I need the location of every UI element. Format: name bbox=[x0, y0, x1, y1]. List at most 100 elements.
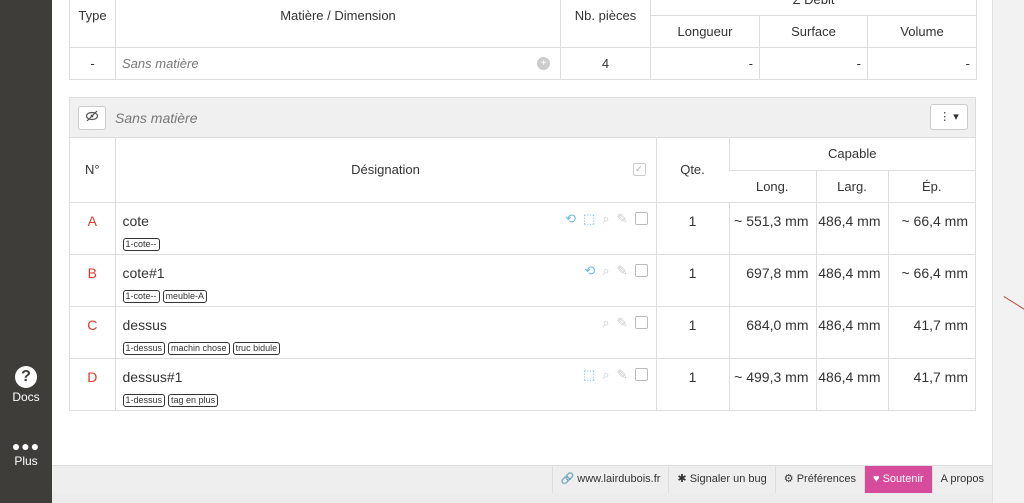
footer-bar: 🔗 www.lairdubois.fr ✱ Signaler un bug ⚙ … bbox=[52, 465, 992, 494]
part-designation[interactable]: cote 1-cote-- ⟲ ⬚ ⌕ ✎ bbox=[114, 201, 656, 254]
rotate-icon[interactable]: ⟲ bbox=[584, 263, 595, 278]
part-row[interactable]: B cote#1 1-cote-- meuble-A ⟲ ⌕ ✎ 1 697,8 mm… bbox=[70, 253, 975, 306]
part-name: cote#1 bbox=[122, 264, 165, 281]
header-number: N° bbox=[84, 162, 100, 178]
part-number: C bbox=[70, 305, 115, 358]
header-ep: Ép. bbox=[887, 169, 975, 202]
magnifier-icon[interactable]: ⌕ bbox=[602, 263, 609, 278]
summary-header-length: Longueur bbox=[650, 15, 760, 48]
rotate-icon[interactable]: ⟲ bbox=[565, 211, 576, 226]
website-link[interactable]: 🔗 www.lairdubois.fr bbox=[551, 466, 669, 494]
right-edge bbox=[992, 0, 1024, 503]
vertical-dots-icon: ⋮ bbox=[939, 111, 951, 123]
gear-icon: ⚙ bbox=[783, 473, 797, 485]
plus-button[interactable]: ●●● Plus bbox=[0, 438, 52, 468]
magnifier-icon[interactable]: ⌕ bbox=[602, 367, 609, 382]
docs-button[interactable]: ? Docs bbox=[0, 366, 52, 404]
bug-icon: ✱ bbox=[677, 473, 690, 485]
summary-row[interactable]: - Sans matière + 4 - - - bbox=[69, 47, 978, 80]
support-label: Soutenir bbox=[882, 473, 924, 485]
summary-type: - bbox=[69, 47, 116, 80]
header-designation: Désignation ✓ bbox=[114, 138, 656, 202]
part-checkbox[interactable] bbox=[634, 212, 648, 225]
part-tag[interactable]: machin chose bbox=[168, 341, 230, 355]
part-number: B bbox=[70, 253, 115, 306]
summary-header-debit: Σ Débit bbox=[649, 0, 978, 16]
expand-circle-icon[interactable]: + bbox=[537, 57, 550, 70]
report-bug-link[interactable]: ✱ Signaler un bug bbox=[668, 466, 774, 494]
summary-header-count: Nb. pièces bbox=[560, 0, 651, 48]
caret-down-icon: ▾ bbox=[953, 111, 959, 123]
dimension-icon[interactable]: ⬚ bbox=[583, 367, 595, 382]
report-bug-label: Signaler un bug bbox=[689, 473, 767, 485]
part-tags: 1-cote-- meuble-A bbox=[122, 287, 656, 303]
part-number: D bbox=[70, 357, 115, 410]
heart-icon: ♥ bbox=[873, 473, 883, 485]
summary-header-material: Matière / Dimension bbox=[115, 0, 561, 48]
pencil-icon[interactable]: ✎ bbox=[617, 315, 628, 330]
part-actions: ⌕ ✎ bbox=[602, 315, 648, 330]
part-thickness: ~ 66,4 mm bbox=[887, 253, 975, 306]
preferences-link[interactable]: ⚙ Préférences bbox=[774, 466, 864, 494]
part-length: ~ 499,3 mm bbox=[728, 357, 816, 410]
pencil-icon[interactable]: ✎ bbox=[617, 367, 628, 382]
dimension-icon[interactable]: ⬚ bbox=[583, 211, 595, 226]
summary-material-label: Sans matière bbox=[122, 56, 199, 71]
left-sidebar: ? Docs ●●● Plus bbox=[0, 0, 52, 503]
header-larg: Larg. bbox=[815, 169, 888, 202]
select-all-checkbox[interactable]: ✓ bbox=[632, 163, 646, 176]
magnifier-icon[interactable]: ⌕ bbox=[602, 211, 609, 226]
pencil-icon[interactable]: ✎ bbox=[617, 211, 628, 226]
part-tag[interactable]: 1-dessus bbox=[122, 341, 166, 355]
part-actions: ⟲ ⌕ ✎ bbox=[584, 263, 648, 278]
part-width: 486,4 mm bbox=[815, 201, 888, 254]
part-tag[interactable]: tag en plus bbox=[168, 393, 219, 407]
part-checkbox[interactable] bbox=[634, 368, 648, 381]
website-label: www.lairdubois.fr bbox=[577, 473, 661, 485]
group-header: Sans matière ⋮ ▾ bbox=[70, 98, 975, 138]
part-length: ~ 551,3 mm bbox=[728, 201, 816, 254]
part-checkbox[interactable] bbox=[634, 264, 648, 277]
header-qty: Qte. bbox=[655, 138, 729, 202]
group-title: Sans matière bbox=[115, 110, 198, 126]
pencil-icon[interactable]: ✎ bbox=[617, 263, 628, 278]
part-name: dessus#1 bbox=[122, 368, 183, 385]
part-checkbox[interactable] bbox=[634, 316, 648, 329]
docs-label: Docs bbox=[12, 390, 40, 404]
part-tag[interactable]: 1-dessus bbox=[122, 393, 166, 407]
part-thickness: ~ 66,4 mm bbox=[887, 201, 975, 254]
about-link[interactable]: A propos bbox=[931, 466, 992, 494]
summary-surface: - bbox=[759, 47, 868, 80]
part-length: 697,8 mm bbox=[728, 253, 816, 306]
parts-table: N° Désignation ✓ Qte. Capable Long. Larg… bbox=[70, 138, 975, 410]
part-tag[interactable]: 1-cote-- bbox=[122, 237, 160, 251]
plus-label: Plus bbox=[14, 454, 38, 468]
part-length: 684,0 mm bbox=[728, 305, 816, 358]
more-dots-icon: ●●● bbox=[11, 438, 41, 454]
link-icon: 🔗 bbox=[560, 473, 578, 485]
question-icon: ? bbox=[15, 366, 37, 388]
part-designation[interactable]: cote#1 1-cote-- meuble-A ⟲ ⌕ ✎ bbox=[114, 253, 656, 306]
part-actions: ⬚ ⌕ ✎ bbox=[583, 367, 648, 382]
part-row[interactable]: D dessus#1 1-dessus tag en plus ⬚ ⌕ ✎ 1 ~ 4… bbox=[70, 357, 975, 410]
preferences-label: Préférences bbox=[796, 473, 856, 485]
header-capable: Capable bbox=[728, 138, 975, 170]
part-designation[interactable]: dessus 1-dessus machin chose truc bidule ⌕… bbox=[114, 305, 656, 358]
part-row[interactable]: C dessus 1-dessus machin chose truc bidule… bbox=[70, 305, 975, 358]
part-width: 486,4 mm bbox=[815, 253, 888, 306]
part-tags: 1-dessus tag en plus bbox=[122, 391, 656, 407]
part-tag[interactable]: meuble-A bbox=[162, 289, 208, 303]
part-tag[interactable]: truc bidule bbox=[232, 341, 281, 355]
summary-material[interactable]: Sans matière + bbox=[115, 47, 561, 80]
part-row[interactable]: A cote 1-cote-- ⟲ ⬚ ⌕ ✎ 1 ~ 551,3 mm 486,4 … bbox=[70, 201, 975, 254]
group-menu-button[interactable]: ⋮ ▾ bbox=[930, 104, 968, 130]
part-qty: 1 bbox=[655, 253, 729, 306]
header-designation-label: Désignation bbox=[351, 162, 420, 178]
visibility-toggle-button[interactable] bbox=[78, 106, 106, 130]
part-designation[interactable]: dessus#1 1-dessus tag en plus ⬚ ⌕ ✎ bbox=[114, 357, 656, 410]
main-panel: Type Matière / Dimension Nb. pièces Σ Dé… bbox=[52, 0, 992, 503]
magnifier-icon[interactable]: ⌕ bbox=[602, 315, 609, 330]
summary-length: - bbox=[650, 47, 760, 80]
part-tag[interactable]: 1-cote-- bbox=[122, 289, 160, 303]
support-button[interactable]: ♥ Soutenir bbox=[864, 466, 932, 494]
